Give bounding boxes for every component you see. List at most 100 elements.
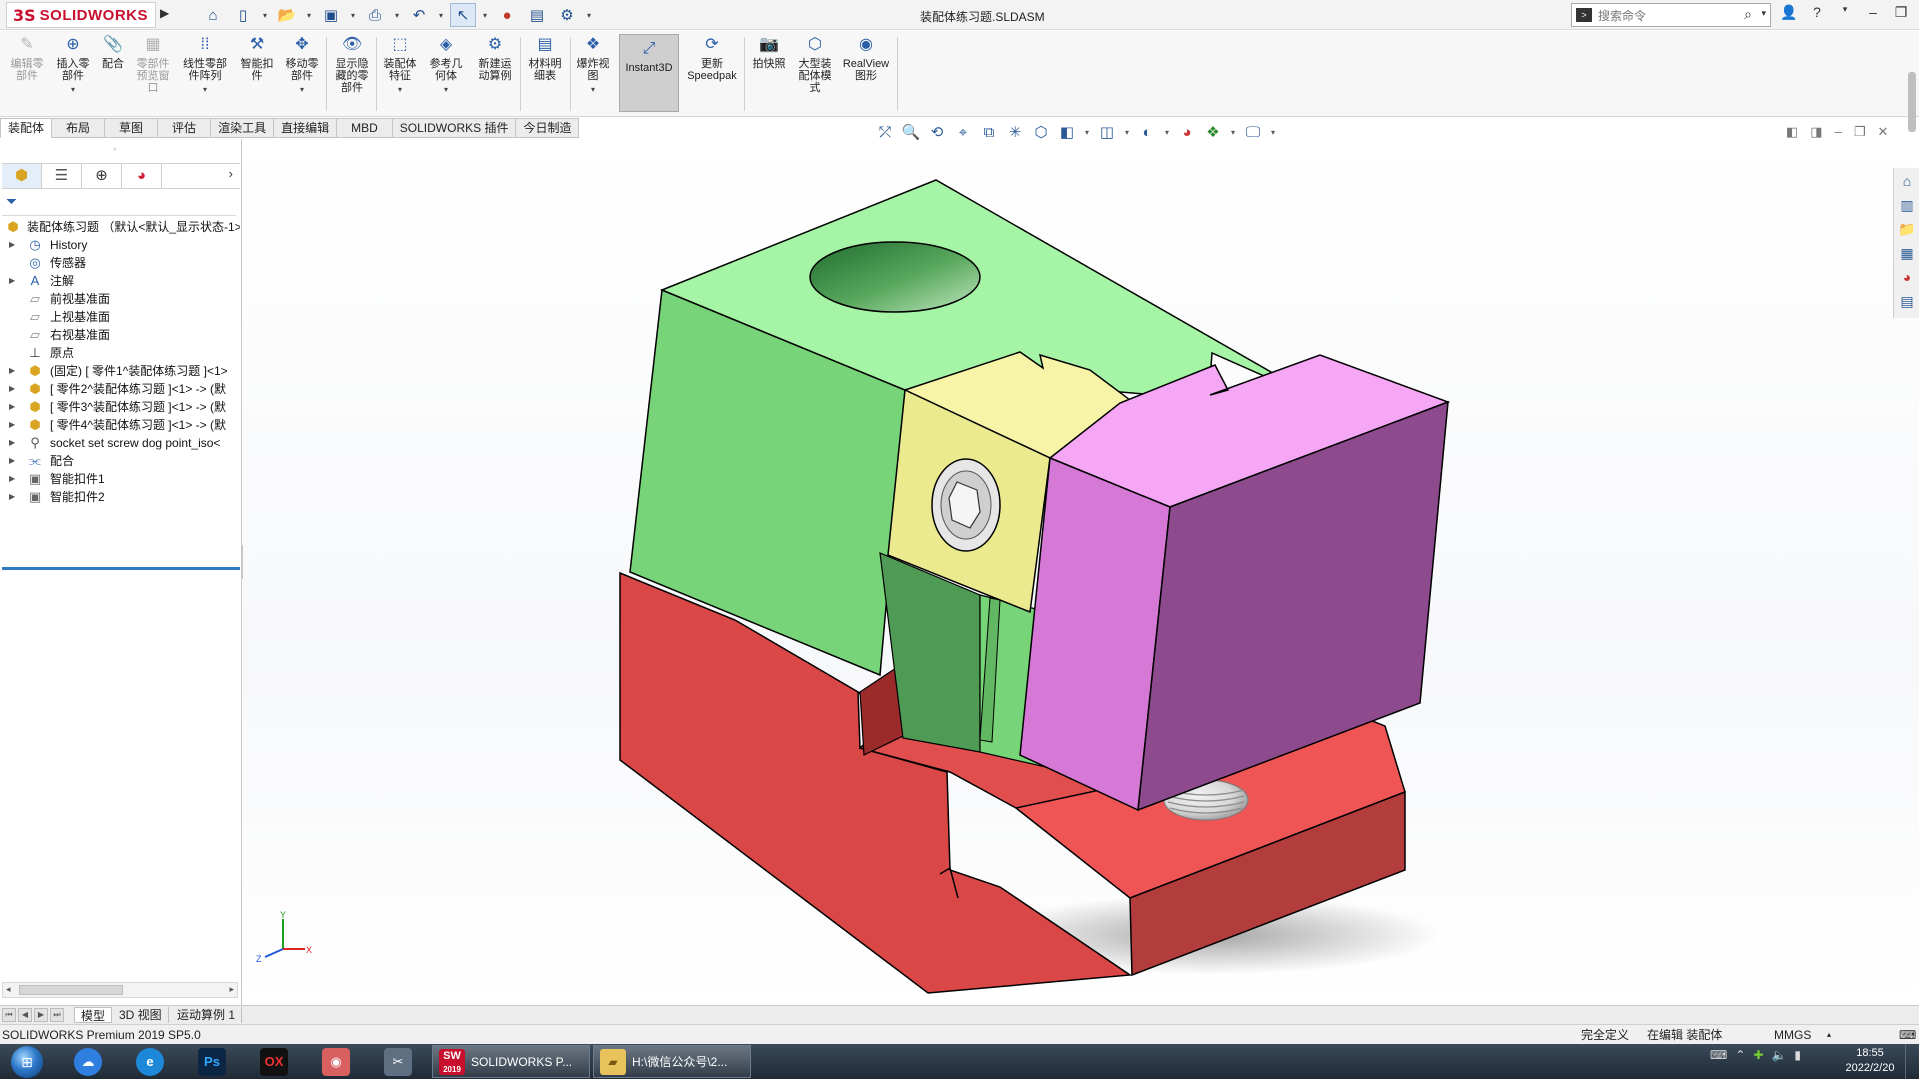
show-hidden-components-button[interactable]: 👁 显示隐 藏的零 部件	[329, 35, 375, 94]
tab-model[interactable]: 模型	[74, 1007, 113, 1023]
zoom-to-area-icon[interactable]: 🔍	[901, 123, 921, 143]
appearances-scenes-icon[interactable]: ◕	[1896, 266, 1918, 288]
start-button[interactable]: ⊞	[4, 1045, 50, 1078]
viewport-close-icon[interactable]: ✕	[1877, 124, 1888, 140]
panel-grip-icon[interactable]: ◦	[113, 144, 116, 154]
open-icon[interactable]: 📂	[274, 3, 300, 27]
hide-show-items-icon[interactable]: ◧	[1057, 123, 1077, 143]
design-library-icon[interactable]: ▥	[1896, 194, 1918, 216]
system-clock[interactable]: 18:55 2022/2/20	[1840, 1046, 1900, 1076]
file-explorer-icon[interactable]: 📁	[1896, 218, 1918, 240]
select-dropdown-icon[interactable]: ▾	[480, 3, 490, 27]
viewport-restore-icon[interactable]: ❐	[1854, 124, 1866, 140]
viewport-tile-right-icon[interactable]: ◨	[1810, 124, 1822, 140]
search-commands-input[interactable]: > 搜索命令 ⌕ ▾	[1571, 3, 1771, 27]
tab-layout[interactable]: 布局	[52, 118, 106, 138]
scroll-right-icon[interactable]: ▸	[229, 984, 234, 995]
home-icon[interactable]: ⌂	[200, 3, 226, 27]
display-style-icon[interactable]: ⬡	[1031, 123, 1051, 143]
taskbar-app-media[interactable]: ◉	[310, 1046, 362, 1077]
previous-view-icon[interactable]: ⟲	[927, 123, 947, 143]
tab-mbd[interactable]: MBD	[337, 118, 393, 138]
update-speedpak-button[interactable]: ⟳ 更新 Speedpak	[685, 35, 739, 82]
tab-3d-views[interactable]: 3D 视图	[113, 1007, 169, 1023]
taskbar-window-explorer[interactable]: ▰ H:\微信公众号\2...	[593, 1045, 751, 1078]
bom-button[interactable]: ▤ 材料明 细表	[522, 35, 568, 82]
reference-geometry-button[interactable]: ◈ 参考几 何体 ▾	[423, 35, 469, 96]
taskbar-app-photoshop[interactable]: Ps	[186, 1046, 238, 1077]
next-tab-icon[interactable]: ▶	[34, 1008, 48, 1022]
move-component-dropdown-icon[interactable]: ▾	[279, 84, 325, 96]
prev-tab-icon[interactable]: ◀	[18, 1008, 32, 1022]
network-icon[interactable]: ▮	[1794, 1048, 1801, 1062]
tab-motion-study-1[interactable]: 运动算例 1	[171, 1007, 243, 1023]
graphics-area[interactable]: Y X Z	[243, 139, 1919, 1005]
zoom-to-fit-icon[interactable]: ⤱	[875, 123, 895, 143]
display-manager-tab-icon[interactable]: ◕	[122, 164, 162, 188]
appearance-dropdown-icon[interactable]: ▾	[1123, 123, 1131, 143]
user-icon[interactable]: 👤	[1780, 4, 1798, 21]
security-icon[interactable]: ✚	[1753, 1048, 1763, 1062]
move-component-button[interactable]: ✥ 移动零 部件 ▾	[279, 35, 325, 96]
select-arrow-icon[interactable]: ↖	[450, 3, 476, 27]
options-gear-icon[interactable]: ⚙	[554, 3, 580, 27]
save-dropdown-icon[interactable]: ▾	[348, 3, 358, 27]
edit-appearance-icon[interactable]: ◫	[1097, 123, 1117, 143]
undo-icon[interactable]: ↶	[406, 3, 432, 27]
more-tabs-chevron-icon[interactable]: ›	[229, 166, 233, 181]
last-tab-icon[interactable]: ⏭	[50, 1008, 64, 1022]
assembly-features-dropdown-icon[interactable]: ▾	[377, 84, 423, 96]
tab-evaluate[interactable]: 评估	[158, 118, 212, 138]
solidworks-logo[interactable]: 3S SOLIDWORKS	[6, 2, 156, 28]
dynamic-annotation-icon[interactable]: ⧉	[979, 123, 999, 143]
instant3d-button[interactable]: ⤢ Instant3D	[619, 34, 679, 112]
show-hidden-icons-icon[interactable]: ⌃	[1735, 1048, 1745, 1062]
open-dropdown-icon[interactable]: ▾	[304, 3, 314, 27]
unit-system[interactable]: MMGS	[1774, 1026, 1811, 1044]
monitor-display-icon[interactable]: 🖵	[1243, 123, 1263, 143]
linear-pattern-button[interactable]: ⁞⁞ 线性零部 件阵列 ▾	[179, 35, 231, 96]
minimize-icon[interactable]: –	[1864, 4, 1882, 21]
help-icon[interactable]: ?	[1808, 4, 1826, 21]
file-properties-icon[interactable]: ▤	[524, 3, 550, 27]
exploded-view-button[interactable]: ❖ 爆炸视 图 ▾	[570, 35, 616, 96]
scene-dropdown-icon[interactable]: ▾	[1163, 123, 1171, 143]
tab-render-tools[interactable]: 渲染工具	[211, 118, 275, 138]
realview-graphics-icon[interactable]: ◕	[1177, 123, 1197, 143]
snapshot-button[interactable]: 📷 拍快照	[746, 35, 792, 70]
taskbar-app-snipping[interactable]: ✂	[372, 1046, 424, 1077]
feature-manager-tab-icon[interactable]: ⬢	[2, 164, 42, 188]
solidworks-resources-icon[interactable]: ⌂	[1896, 170, 1918, 192]
print-dropdown-icon[interactable]: ▾	[392, 3, 402, 27]
taskbar-app-cloud[interactable]: ☁	[62, 1046, 114, 1077]
print-icon[interactable]: ⎙	[362, 3, 388, 27]
view-orientation-icon[interactable]: ✳	[1005, 123, 1025, 143]
restore-icon[interactable]: ❐	[1892, 4, 1910, 21]
show-desktop-button[interactable]	[1905, 1044, 1919, 1079]
taskbar-window-solidworks[interactable]: SW 2019 SOLIDWORKS P...	[432, 1045, 590, 1078]
options-dropdown-icon[interactable]: ▾	[584, 3, 594, 27]
assembly-features-button[interactable]: ⬚ 装配体 特征 ▾	[377, 35, 423, 96]
property-manager-tab-icon[interactable]: ☰	[42, 164, 82, 188]
horizontal-scrollbar[interactable]: ◂ ▸	[2, 982, 238, 998]
realview-button[interactable]: ◉ RealView 图形	[840, 35, 892, 82]
tab-manufacturing[interactable]: 今日制造	[516, 118, 580, 138]
filter-icon[interactable]: ⏷	[6, 193, 17, 210]
new-dropdown-icon[interactable]: ▾	[260, 3, 270, 27]
menu-expand-arrow-icon[interactable]: ▶	[160, 6, 174, 24]
units-dropdown-icon[interactable]: ▴	[1827, 1026, 1831, 1044]
section-view-icon[interactable]: ⌖	[953, 123, 973, 143]
tab-sketch[interactable]: 草图	[105, 118, 159, 138]
tab-direct-editing[interactable]: 直接编辑	[274, 118, 338, 138]
help-dropdown-icon[interactable]: ▾	[1836, 4, 1854, 21]
tab-solidworks-addins[interactable]: SOLIDWORKS 插件	[392, 118, 517, 138]
monitor-dropdown-icon[interactable]: ▾	[1269, 123, 1277, 143]
exploded-view-dropdown-icon[interactable]: ▾	[570, 84, 616, 96]
quick-tips-icon[interactable]: ⌨	[1899, 1026, 1916, 1044]
apply-scene-icon[interactable]: ◐	[1137, 123, 1157, 143]
search-icon[interactable]: ⌕	[1744, 6, 1752, 23]
tab-assembly[interactable]: 装配体	[0, 118, 53, 138]
view-settings-dropdown-icon[interactable]: ▾	[1229, 123, 1237, 143]
ribbon-scrollbar-thumb[interactable]	[1908, 72, 1916, 132]
save-icon[interactable]: ▣	[318, 3, 344, 27]
